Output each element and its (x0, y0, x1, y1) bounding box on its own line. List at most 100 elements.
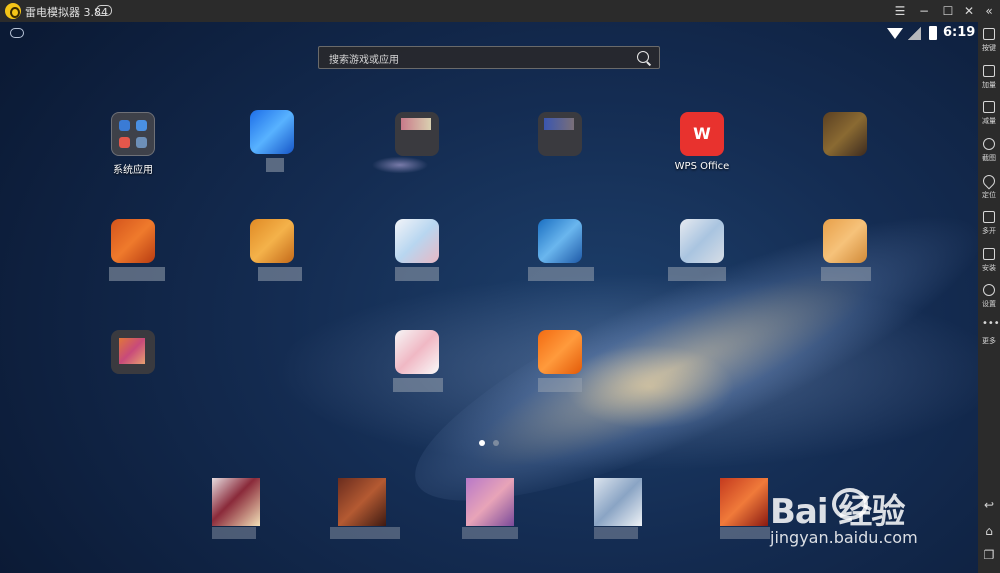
sidebar-item-label: 安装 (982, 264, 996, 272)
blurred-app-icon (538, 112, 582, 156)
keyboard-icon (983, 28, 995, 40)
install-apk-icon (983, 248, 995, 260)
blurred-app-icon (823, 219, 867, 263)
app-blurred-3[interactable] (520, 112, 600, 192)
search-icon[interactable] (637, 51, 649, 63)
blurred-app-label (720, 527, 770, 539)
blurred-app-label (266, 158, 284, 172)
menu-button[interactable]: ☰ (889, 0, 911, 22)
blurred-app-label (821, 267, 871, 281)
app-blurred-6[interactable] (232, 219, 312, 299)
search-input[interactable]: 搜索游戏或应用 (318, 46, 660, 69)
sidebar-item-label: 按键 (982, 44, 996, 52)
blurred-app-icon (111, 330, 155, 374)
blurred-app-label (109, 267, 165, 281)
app-blurred-13[interactable] (520, 330, 600, 410)
baidu-jingyan-watermark: Bai 经验 jingyan.baidu.com (770, 484, 970, 564)
blurred-app-icon (250, 219, 294, 263)
sidebar-item-multi-instance[interactable]: 多开 (978, 209, 1000, 241)
dock-app-blurred-3[interactable] (466, 478, 514, 526)
page-indicator[interactable] (493, 440, 499, 446)
wifi-icon (887, 28, 903, 39)
weather-cloud-icon (10, 28, 24, 38)
blurred-app-icon (823, 112, 867, 156)
blurred-app-label (462, 527, 518, 539)
home-button[interactable]: ⌂ (982, 524, 996, 538)
blurred-app-label (528, 267, 594, 281)
blurred-app-label (395, 267, 439, 281)
app-blurred-5[interactable] (93, 219, 173, 299)
wps-office-icon: W (680, 112, 724, 156)
android-home-screen: 6:19 搜索游戏或应用 系统应用 W WPS Office Bai 经验 ji… (0, 22, 978, 573)
sidebar-item-label: 更多 (982, 337, 996, 345)
close-button[interactable]: ✕ (958, 0, 980, 22)
volume-up-icon (983, 65, 995, 77)
blurred-app-icon (250, 110, 294, 154)
app-wps-office[interactable]: W WPS Office (662, 112, 742, 192)
scissors-icon (983, 138, 995, 150)
app-blurred-11[interactable] (93, 330, 173, 410)
app-blurred-8[interactable] (520, 219, 600, 299)
sidebar-item-label: 截图 (982, 154, 996, 162)
sidebar-item-volume-up[interactable]: 加量 (978, 63, 1000, 95)
blurred-app-icon (395, 219, 439, 263)
recents-button[interactable]: ❐ (982, 548, 996, 562)
dock-app-blurred-1[interactable] (212, 478, 260, 526)
app-blurred-10[interactable] (805, 219, 885, 299)
app-blurred-9[interactable] (662, 219, 742, 299)
settings-gear-icon (983, 284, 995, 296)
blurred-app-label (594, 527, 638, 539)
app-blurred-4[interactable] (805, 112, 885, 192)
blurred-app-label (258, 267, 302, 281)
collapse-sidebar-button[interactable]: « (978, 0, 1000, 22)
sidebar-item-location[interactable]: 定位 (978, 172, 1000, 205)
search-placeholder: 搜索游戏或应用 (329, 55, 399, 66)
dock-app-blurred-2[interactable] (338, 478, 386, 526)
minimize-button[interactable]: − (913, 0, 935, 22)
sidebar-item-keymap[interactable]: 按键 (978, 26, 1000, 58)
back-button[interactable]: ↩ (982, 498, 996, 512)
app-blurred-2[interactable] (377, 112, 457, 192)
watermark-url: jingyan.baidu.com (770, 528, 918, 547)
folder-icon (111, 112, 155, 156)
multi-instance-icon (983, 211, 995, 223)
app-folder-system-apps[interactable]: 系统应用 (93, 112, 173, 192)
app-blurred-12[interactable] (377, 330, 457, 410)
blurred-app-icon (538, 330, 582, 374)
sidebar-item-more[interactable]: ••• 更多 (978, 319, 1000, 351)
blurred-app-icon (538, 219, 582, 263)
emulator-sidebar: 按键 加量 减量 截图 定位 多开 安装 设置 ••• 更多 ↩ ⌂ ❐ (978, 22, 1000, 573)
gamepad-icon[interactable] (96, 5, 112, 16)
dock-app-blurred-4[interactable] (594, 478, 642, 526)
page-indicator-active[interactable] (479, 440, 485, 446)
blurred-app-label (212, 527, 256, 539)
app-label: WPS Office (674, 161, 730, 172)
app-blurred-1[interactable] (232, 110, 312, 190)
blurred-app-icon (111, 219, 155, 263)
no-signal-icon (908, 27, 921, 40)
sidebar-item-install[interactable]: 安装 (978, 246, 1000, 278)
blurred-app-label (393, 378, 443, 392)
blurred-app-label (538, 378, 582, 392)
sidebar-item-volume-down[interactable]: 减量 (978, 99, 1000, 131)
app-label: 系统应用 (113, 165, 153, 176)
more-dots-icon: ••• (982, 318, 1000, 329)
blurred-app-icon (395, 330, 439, 374)
blurred-app-label (330, 527, 400, 539)
sidebar-item-settings[interactable]: 设置 (978, 282, 1000, 314)
app-blurred-7[interactable] (377, 219, 457, 299)
blurred-app-icon (395, 112, 439, 156)
dock-app-blurred-5[interactable] (720, 478, 768, 526)
ldplayer-logo-icon (5, 3, 21, 19)
sidebar-item-label: 减量 (982, 117, 996, 125)
status-clock: 6:19 (943, 25, 976, 40)
maximize-button[interactable]: ☐ (937, 0, 959, 22)
sidebar-item-label: 定位 (982, 191, 996, 199)
baidu-paw-icon (832, 488, 868, 520)
location-pin-icon (980, 172, 998, 190)
emulator-window: 雷电模拟器 3.84 ☰ − ☐ ✕ « 6:19 搜索游戏或应用 系统应用 W… (0, 0, 1000, 573)
sidebar-item-screenshot[interactable]: 截图 (978, 136, 1000, 168)
sidebar-item-label: 设置 (982, 300, 996, 308)
sidebar-item-label: 加量 (982, 81, 996, 89)
sidebar-item-label: 多开 (982, 227, 996, 235)
